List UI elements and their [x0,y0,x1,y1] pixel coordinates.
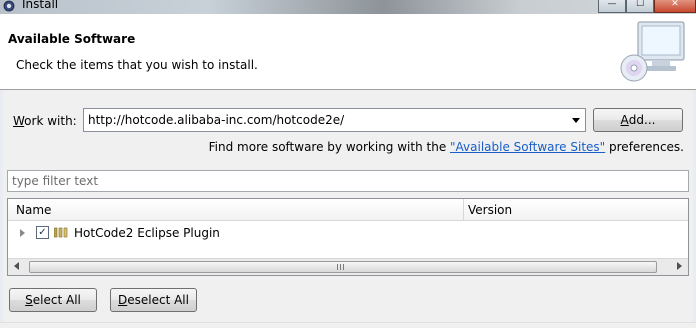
scroll-right-icon[interactable] [677,262,682,270]
add-accelerator: A [620,113,629,127]
tree-header: Name Version [8,199,688,221]
column-header-name[interactable]: Name [16,203,51,217]
maximize-button[interactable]: ☐ [626,0,654,13]
scroll-thumb[interactable] [29,261,657,273]
select-all-label: elect All [32,293,81,307]
filter-input[interactable] [8,171,688,191]
wizard-header: Available Software Check the items that … [0,14,696,90]
window-controls: — ☐ ✕ [598,0,696,13]
column-divider[interactable] [463,199,464,221]
eclipse-gear-icon [3,0,15,12]
maximize-icon: ☐ [635,0,645,9]
work-with-label-text: ork with: [24,114,77,128]
chevron-down-icon[interactable] [568,110,584,130]
find-more-suffix: preferences. [605,140,684,154]
work-with-accelerator: W [13,114,25,128]
deselect-all-label: eselect All [127,293,189,307]
deselect-all-accelerator: D [118,293,128,307]
feature-package-icon [54,227,68,238]
select-all-accelerator: S [25,293,33,307]
window-frame-left [0,90,3,328]
expand-arrow-icon[interactable] [20,229,25,237]
close-icon: ✕ [671,0,679,9]
scroll-left-icon[interactable] [14,262,19,270]
software-tree[interactable]: Name Version ✓ HotCode2 Eclipse Plugin [7,198,689,276]
close-button[interactable]: ✕ [654,0,696,13]
install-computer-cd-icon [620,21,685,82]
work-with-combo[interactable]: http://hotcode.alibaba-inc.com/hotcode2e… [83,108,586,132]
tree-row[interactable]: ✓ HotCode2 Eclipse Plugin [8,223,688,243]
add-label: dd... [628,113,656,127]
item-checkbox[interactable]: ✓ [36,226,49,239]
item-label: HotCode2 Eclipse Plugin [74,226,220,240]
find-more-prefix: Find more software by working with the [208,140,451,154]
select-all-button[interactable]: Select All [9,288,97,312]
deselect-all-button[interactable]: Deselect All [110,288,197,312]
page-description: Check the items that you wish to install… [16,58,258,72]
scroll-grip-icon [337,264,345,270]
work-with-value: http://hotcode.alibaba-inc.com/hotcode2e… [88,113,345,127]
page-title: Available Software [8,32,136,46]
filter-field[interactable] [7,170,689,192]
bottom-separator [0,322,696,328]
work-with-label: Work with: [13,114,77,128]
horizontal-scrollbar[interactable] [8,258,688,275]
window-titlebar[interactable]: Install — ☐ ✕ [0,0,696,14]
column-header-version[interactable]: Version [468,203,512,217]
window-title: Install [22,0,59,11]
add-button[interactable]: Add... [593,108,683,132]
minimize-button[interactable]: — [598,0,626,13]
available-software-sites-link[interactable]: "Available Software Sites" [450,140,605,154]
minimize-icon: — [607,0,617,9]
find-more-text: Find more software by working with the "… [209,140,684,154]
